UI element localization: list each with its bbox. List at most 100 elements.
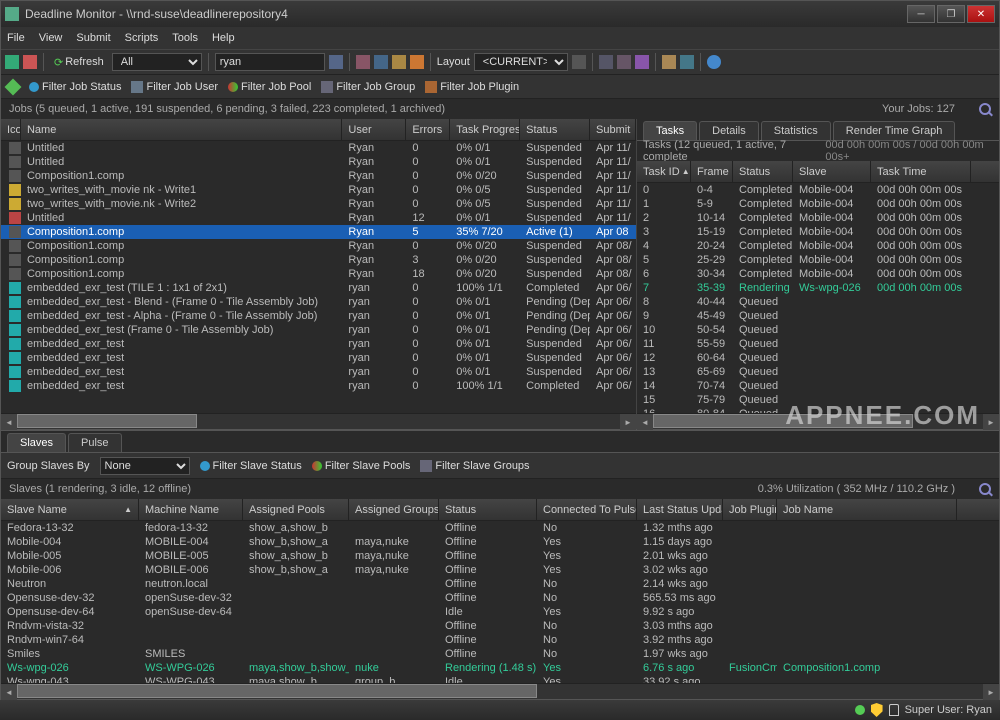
slaves-scrollbar[interactable]: ◄►	[1, 683, 999, 699]
tasks-grid[interactable]: 00-4CompletedMobile-00400d 00h 00m 00s15…	[637, 183, 999, 413]
table-row[interactable]: 210-14CompletedMobile-00400d 00h 00m 00s	[637, 211, 999, 225]
tool-icon-4[interactable]	[617, 55, 631, 69]
record-icon[interactable]	[23, 55, 37, 69]
table-row[interactable]: Ws-wpg-026WS-WPG-026maya,show_b,show_anu…	[1, 661, 999, 675]
table-row[interactable]: 840-44Queued	[637, 295, 999, 309]
table-row[interactable]: 1050-54Queued	[637, 323, 999, 337]
titlebar[interactable]: Deadline Monitor - \\rnd-suse\deadlinere…	[1, 1, 999, 27]
table-row[interactable]: 525-29CompletedMobile-00400d 00h 00m 00s	[637, 253, 999, 267]
search-icon[interactable]	[979, 483, 991, 495]
menu-tools[interactable]: Tools	[172, 32, 198, 44]
minimize-button[interactable]: ─	[907, 5, 935, 23]
slaves-grid[interactable]: Fedora-13-32fedora-13-32show_a,show_bOff…	[1, 521, 999, 683]
table-row[interactable]: 15-9CompletedMobile-00400d 00h 00m 00s	[637, 197, 999, 211]
filter-slave-status[interactable]: Filter Slave Status	[200, 460, 302, 472]
table-row[interactable]: UntitledRyan00% 0/1SuspendedApr 11/	[1, 155, 636, 169]
table-row[interactable]: 735-39RenderingWs-wpg-02600d 00h 00m 00s	[637, 281, 999, 295]
filter-job-status[interactable]: Filter Job Status	[29, 81, 121, 93]
tool-icon-2[interactable]	[392, 55, 406, 69]
menu-scripts[interactable]: Scripts	[125, 32, 159, 44]
layout-dropdown[interactable]: <CURRENT>	[474, 53, 568, 71]
table-row[interactable]: Composition1.compRyan00% 0/20SuspendedAp…	[1, 169, 636, 183]
slaves-header[interactable]: Slave Name▲ Machine Name Assigned Pools …	[1, 499, 999, 521]
table-row[interactable]: Mobile-005MOBILE-005show_a,show_bmaya,nu…	[1, 549, 999, 563]
maximize-button[interactable]: ❐	[937, 5, 965, 23]
table-row[interactable]: Composition1.compRyan180% 0/20SuspendedA…	[1, 267, 636, 281]
filter-job-plugin[interactable]: Filter Job Plugin	[425, 81, 519, 93]
tool-icon-3[interactable]	[599, 55, 613, 69]
table-row[interactable]: 1365-69Queued	[637, 365, 999, 379]
table-row[interactable]: 1155-59Queued	[637, 337, 999, 351]
menu-view[interactable]: View	[39, 32, 63, 44]
menu-file[interactable]: File	[7, 32, 25, 44]
filter-slave-pools[interactable]: Filter Slave Pools	[312, 460, 411, 472]
tab-render-time[interactable]: Render Time Graph	[833, 121, 956, 140]
table-row[interactable]: 945-49Queued	[637, 309, 999, 323]
table-row[interactable]: Rndvm-vista-32OfflineNo3.03 mths ago	[1, 619, 999, 633]
table-row[interactable]: 1575-79Queued	[637, 393, 999, 407]
table-row[interactable]: embedded_exr_test - Alpha - (Frame 0 - T…	[1, 309, 636, 323]
table-row[interactable]: Rndvm-win7-64OfflineNo3.92 mths ago	[1, 633, 999, 647]
table-row[interactable]: UntitledRyan00% 0/1SuspendedApr 11/	[1, 141, 636, 155]
filter-job-pool[interactable]: Filter Job Pool	[228, 81, 311, 93]
filter-slave-groups[interactable]: Filter Slave Groups	[420, 460, 529, 472]
tab-slaves[interactable]: Slaves	[7, 433, 66, 452]
table-row[interactable]: Composition1.compRyan00% 0/20SuspendedAp…	[1, 239, 636, 253]
help-icon[interactable]	[707, 55, 721, 69]
stop-icon[interactable]	[5, 55, 19, 69]
tab-tasks[interactable]: Tasks	[643, 121, 697, 140]
table-row[interactable]: 420-24CompletedMobile-00400d 00h 00m 00s	[637, 239, 999, 253]
table-row[interactable]: UntitledRyan120% 0/1SuspendedApr 11/	[1, 211, 636, 225]
save-icon[interactable]	[572, 55, 586, 69]
table-row[interactable]: 1470-74Queued	[637, 379, 999, 393]
table-row[interactable]: Neutronneutron.localOfflineNo2.14 wks ag…	[1, 577, 999, 591]
tasks-scrollbar[interactable]: ◄►	[637, 413, 999, 429]
table-row[interactable]: embedded_exr_test - Blend - (Frame 0 - T…	[1, 295, 636, 309]
close-button[interactable]: ✕	[967, 5, 995, 23]
tool-icon-5[interactable]	[635, 55, 649, 69]
table-row[interactable]: Mobile-006MOBILE-006show_b,show_amaya,nu…	[1, 563, 999, 577]
tool-icon-6[interactable]	[680, 55, 694, 69]
table-row[interactable]: Opensuse-dev-32openSuse-dev-32OfflineNo5…	[1, 591, 999, 605]
menu-submit[interactable]: Submit	[76, 32, 110, 44]
jobs-grid[interactable]: UntitledRyan00% 0/1SuspendedApr 11/Untit…	[1, 141, 636, 413]
group-slaves-dropdown[interactable]: None	[100, 457, 190, 475]
user-input[interactable]	[215, 53, 325, 71]
cone-icon[interactable]	[410, 55, 424, 69]
table-row[interactable]: embedded_exr_testryan00% 0/1SuspendedApr…	[1, 351, 636, 365]
table-row[interactable]: embedded_exr_test (Frame 0 - Tile Assemb…	[1, 323, 636, 337]
filter-all-dropdown[interactable]: All	[112, 53, 202, 71]
table-row[interactable]: 315-19CompletedMobile-00400d 00h 00m 00s	[637, 225, 999, 239]
table-row[interactable]: embedded_exr_test (TILE 1 : 1x1 of 2x1)r…	[1, 281, 636, 295]
table-row[interactable]: embedded_exr_testryan00% 0/1SuspendedApr…	[1, 337, 636, 351]
chart-icon[interactable]	[374, 55, 388, 69]
table-row[interactable]: two_writes_with_movie.nk - Write2Ryan00%…	[1, 197, 636, 211]
menu-help[interactable]: Help	[212, 32, 235, 44]
table-row[interactable]: Ws-wpg-043WS-WPG-043maya,show_bgroup_bId…	[1, 675, 999, 683]
table-row[interactable]: 630-34CompletedMobile-00400d 00h 00m 00s	[637, 267, 999, 281]
table-row[interactable]: Opensuse-dev-64openSuse-dev-64IdleYes9.9…	[1, 605, 999, 619]
play-icon[interactable]	[5, 78, 22, 95]
jobs-header[interactable]: Ico Name User Errors Task Progress Statu…	[1, 119, 636, 141]
filter-job-group[interactable]: Filter Job Group	[321, 81, 415, 93]
table-row[interactable]: SmilesSMILESOfflineNo1.97 wks ago	[1, 647, 999, 661]
table-row[interactable]: Composition1.compRyan30% 0/20SuspendedAp…	[1, 253, 636, 267]
table-row[interactable]: Fedora-13-32fedora-13-32show_a,show_bOff…	[1, 521, 999, 535]
tab-details[interactable]: Details	[699, 121, 759, 140]
search-icon[interactable]	[979, 103, 991, 115]
tool-icon-1[interactable]	[356, 55, 370, 69]
tab-pulse[interactable]: Pulse	[68, 433, 122, 452]
table-row[interactable]: embedded_exr_testryan00% 0/1SuspendedApr…	[1, 365, 636, 379]
tab-statistics[interactable]: Statistics	[761, 121, 831, 140]
table-row[interactable]: two_writes_with_movie nk - Write1Ryan00%…	[1, 183, 636, 197]
filter-job-user[interactable]: Filter Job User	[131, 81, 218, 93]
refresh-button[interactable]: ⟳Refresh	[50, 54, 108, 71]
globe-icon[interactable]	[662, 55, 676, 69]
table-row[interactable]: Mobile-004MOBILE-004show_b,show_amaya,nu…	[1, 535, 999, 549]
table-row[interactable]: Composition1.compRyan535% 7/20Active (1)…	[1, 225, 636, 239]
table-row[interactable]: 00-4CompletedMobile-00400d 00h 00m 00s	[637, 183, 999, 197]
jobs-scrollbar[interactable]: ◄►	[1, 413, 636, 429]
table-row[interactable]: embedded_exr_testryan0100% 1/1CompletedA…	[1, 379, 636, 393]
user-icon[interactable]	[329, 55, 343, 69]
tasks-header[interactable]: Task ID▲ Frame Status Slave Task Time	[637, 161, 999, 183]
